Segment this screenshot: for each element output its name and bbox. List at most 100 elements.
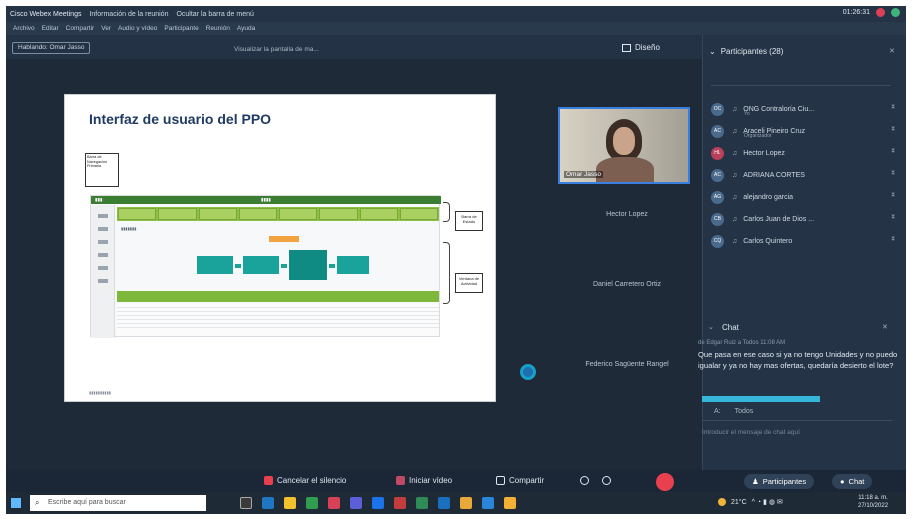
self-video[interactable]: Omar Jasso [558, 107, 690, 184]
avatar: OC [711, 102, 724, 116]
file-explorer-icon[interactable] [284, 497, 296, 509]
record-button[interactable] [580, 476, 589, 485]
slide-title: Interfaz de usuario del PPO [89, 111, 272, 127]
excel-icon[interactable] [306, 497, 318, 509]
participants-header: ⌄ Participantes (28) ✕ [709, 47, 895, 56]
app-icon[interactable] [482, 497, 494, 509]
participant-avatar-icon [520, 364, 536, 380]
chevron-down-icon[interactable]: ⌄ [708, 323, 714, 331]
end-call-button[interactable] [656, 473, 674, 491]
edge-icon[interactable] [262, 497, 274, 509]
chat-input[interactable]: Introducir el mensaje de chat aquí [702, 429, 892, 441]
nav-bar-callout: Barra de Navegación Primaria [85, 153, 119, 187]
windows-start-icon[interactable] [11, 498, 21, 508]
chevron-down-icon[interactable]: ⌄ [709, 47, 716, 56]
participants-search-input[interactable] [711, 75, 891, 86]
menu-compartir[interactable]: Compartir [66, 25, 95, 32]
search-icon: ⌕ [35, 498, 40, 507]
reactions-button[interactable] [602, 476, 611, 485]
participant-role: Organizador [744, 133, 772, 139]
menu-archivo[interactable]: Archivo [13, 25, 35, 32]
mute-icon[interactable]: ⧗ [891, 236, 895, 243]
close-icon[interactable]: ✕ [889, 47, 895, 55]
person-body [596, 157, 654, 182]
taskbar-search-placeholder: Escribe aquí para buscar [48, 499, 126, 506]
participant-row[interactable]: AG ♫ alejandro garcia ⧗ [703, 186, 906, 208]
app-icon[interactable] [416, 497, 428, 509]
participant-name: ONG Contraloría Ciu... [743, 105, 815, 113]
screen: Cisco Webex Meetings Información de la r… [0, 0, 912, 519]
menu-ayuda[interactable]: Ayuda [237, 25, 255, 32]
participants-button[interactable]: ♟ Participantes [744, 474, 815, 489]
mute-icon[interactable]: ⧗ [891, 148, 895, 155]
app-icon[interactable] [504, 497, 516, 509]
video-tile-daniel[interactable]: Daniel Carretero Ortiz [554, 256, 700, 319]
chat-button[interactable]: ● Chat [832, 474, 873, 489]
taskbar-search-input[interactable]: ⌕ Escribe aquí para buscar [30, 495, 206, 511]
chrome-icon[interactable] [328, 497, 340, 509]
tray-icons[interactable]: ^ ◔ ▮ ◍ ✉ [752, 498, 783, 506]
taskbar-clock[interactable]: 11:18 a. m. 27/10/2022 [858, 494, 888, 510]
mute-icon[interactable]: ⧗ [891, 192, 895, 199]
start-video-button[interactable]: Iniciar vídeo [396, 476, 452, 485]
participant-row[interactable]: HL ♫ Hector Lopez ⧗ [703, 142, 906, 164]
mic-icon: ♫ [732, 215, 738, 223]
close-icon[interactable]: ✕ [882, 323, 888, 331]
meeting-info-link[interactable]: Información de la reunión [89, 11, 168, 18]
menu-editar[interactable]: Editar [42, 25, 59, 32]
mockup-activity-1 [197, 256, 233, 274]
participant-role: Yo [744, 111, 750, 117]
participant-row[interactable]: CB ♫ Carlos Juan de Dios ... ⧗ [703, 208, 906, 230]
mute-icon[interactable]: ⧗ [891, 214, 895, 221]
task-view-icon[interactable] [240, 497, 252, 509]
menu-ver[interactable]: Ver [101, 25, 111, 32]
webex-icon[interactable] [438, 497, 450, 509]
hide-menu-link[interactable]: Ocultar la barra de menú [176, 11, 253, 18]
chat-to-value: Todos [734, 408, 754, 415]
taskbar-apps [240, 497, 516, 509]
chat-selection-highlight [702, 396, 820, 402]
clock-date: 27/10/2022 [858, 503, 889, 509]
participant-row[interactable]: AC ♫ ADRIANA CORTES ⧗ [703, 164, 906, 186]
activity-bracket [443, 242, 450, 304]
mockup-arrow-2 [281, 264, 287, 268]
participant-name: ADRIANA CORTES [743, 171, 805, 179]
participant-row[interactable]: OC ♫ ONG Contraloría Ciu... Yo ⧗ [703, 98, 906, 120]
participants-title: Participantes (28) [720, 47, 784, 56]
powerpoint-icon[interactable] [394, 497, 406, 509]
mute-icon[interactable]: ⧗ [891, 104, 895, 111]
chat-recipient-select[interactable]: A: Todos [702, 408, 892, 421]
chat-title: Chat [722, 323, 739, 332]
mockup-header-title: ▮▮▮▮ [261, 197, 271, 202]
unmute-label: Cancelar el silencio [277, 476, 347, 485]
participant-row[interactable]: CQ ♫ Carlos Quintero ⧗ [703, 230, 906, 252]
video-tile-federico[interactable]: Federico Sagüente Rangel [554, 336, 700, 399]
video-off-icon [396, 476, 405, 485]
layout-button[interactable]: Diseño [622, 43, 660, 52]
participant-row[interactable]: AC ♫ Araceli Pineiro Cruz Organizador ⧗ [703, 120, 906, 142]
mockup-status-bar [117, 207, 439, 221]
viewing-screen-label: Visualizar la pantalla de ma... [234, 46, 319, 53]
mic-icon: ♫ [732, 237, 738, 245]
smiley-icon [602, 476, 611, 485]
menu-reunion[interactable]: Reunión [206, 25, 230, 32]
active-speaker: Hablando: Omar Jasso [12, 42, 91, 54]
unmute-button[interactable]: Cancelar el silencio [264, 476, 346, 485]
avatar: CB [711, 212, 724, 226]
temperature: 21°C [731, 498, 747, 506]
mic-icon: ♫ [732, 105, 738, 113]
teams-icon[interactable] [350, 497, 362, 509]
mic-muted-icon [264, 476, 273, 485]
mockup-orange-tag [269, 236, 299, 242]
windows-taskbar: ⌕ Escribe aquí para buscar 21°C ^ ◔ ▮ ◍ … [6, 492, 906, 514]
mockup-arrow-1 [235, 264, 241, 268]
video-tile-hector[interactable]: Hector Lopez [554, 186, 700, 249]
mute-icon[interactable]: ⧗ [891, 126, 895, 133]
mute-icon[interactable]: ⧗ [891, 170, 895, 177]
menu-audio-video[interactable]: Audio y vídeo [118, 25, 157, 32]
layout-grid-icon [622, 43, 631, 52]
share-button[interactable]: Compartir [496, 476, 544, 485]
word-icon[interactable] [372, 497, 384, 509]
menu-participante[interactable]: Participante [164, 25, 198, 32]
app-icon[interactable] [460, 497, 472, 509]
